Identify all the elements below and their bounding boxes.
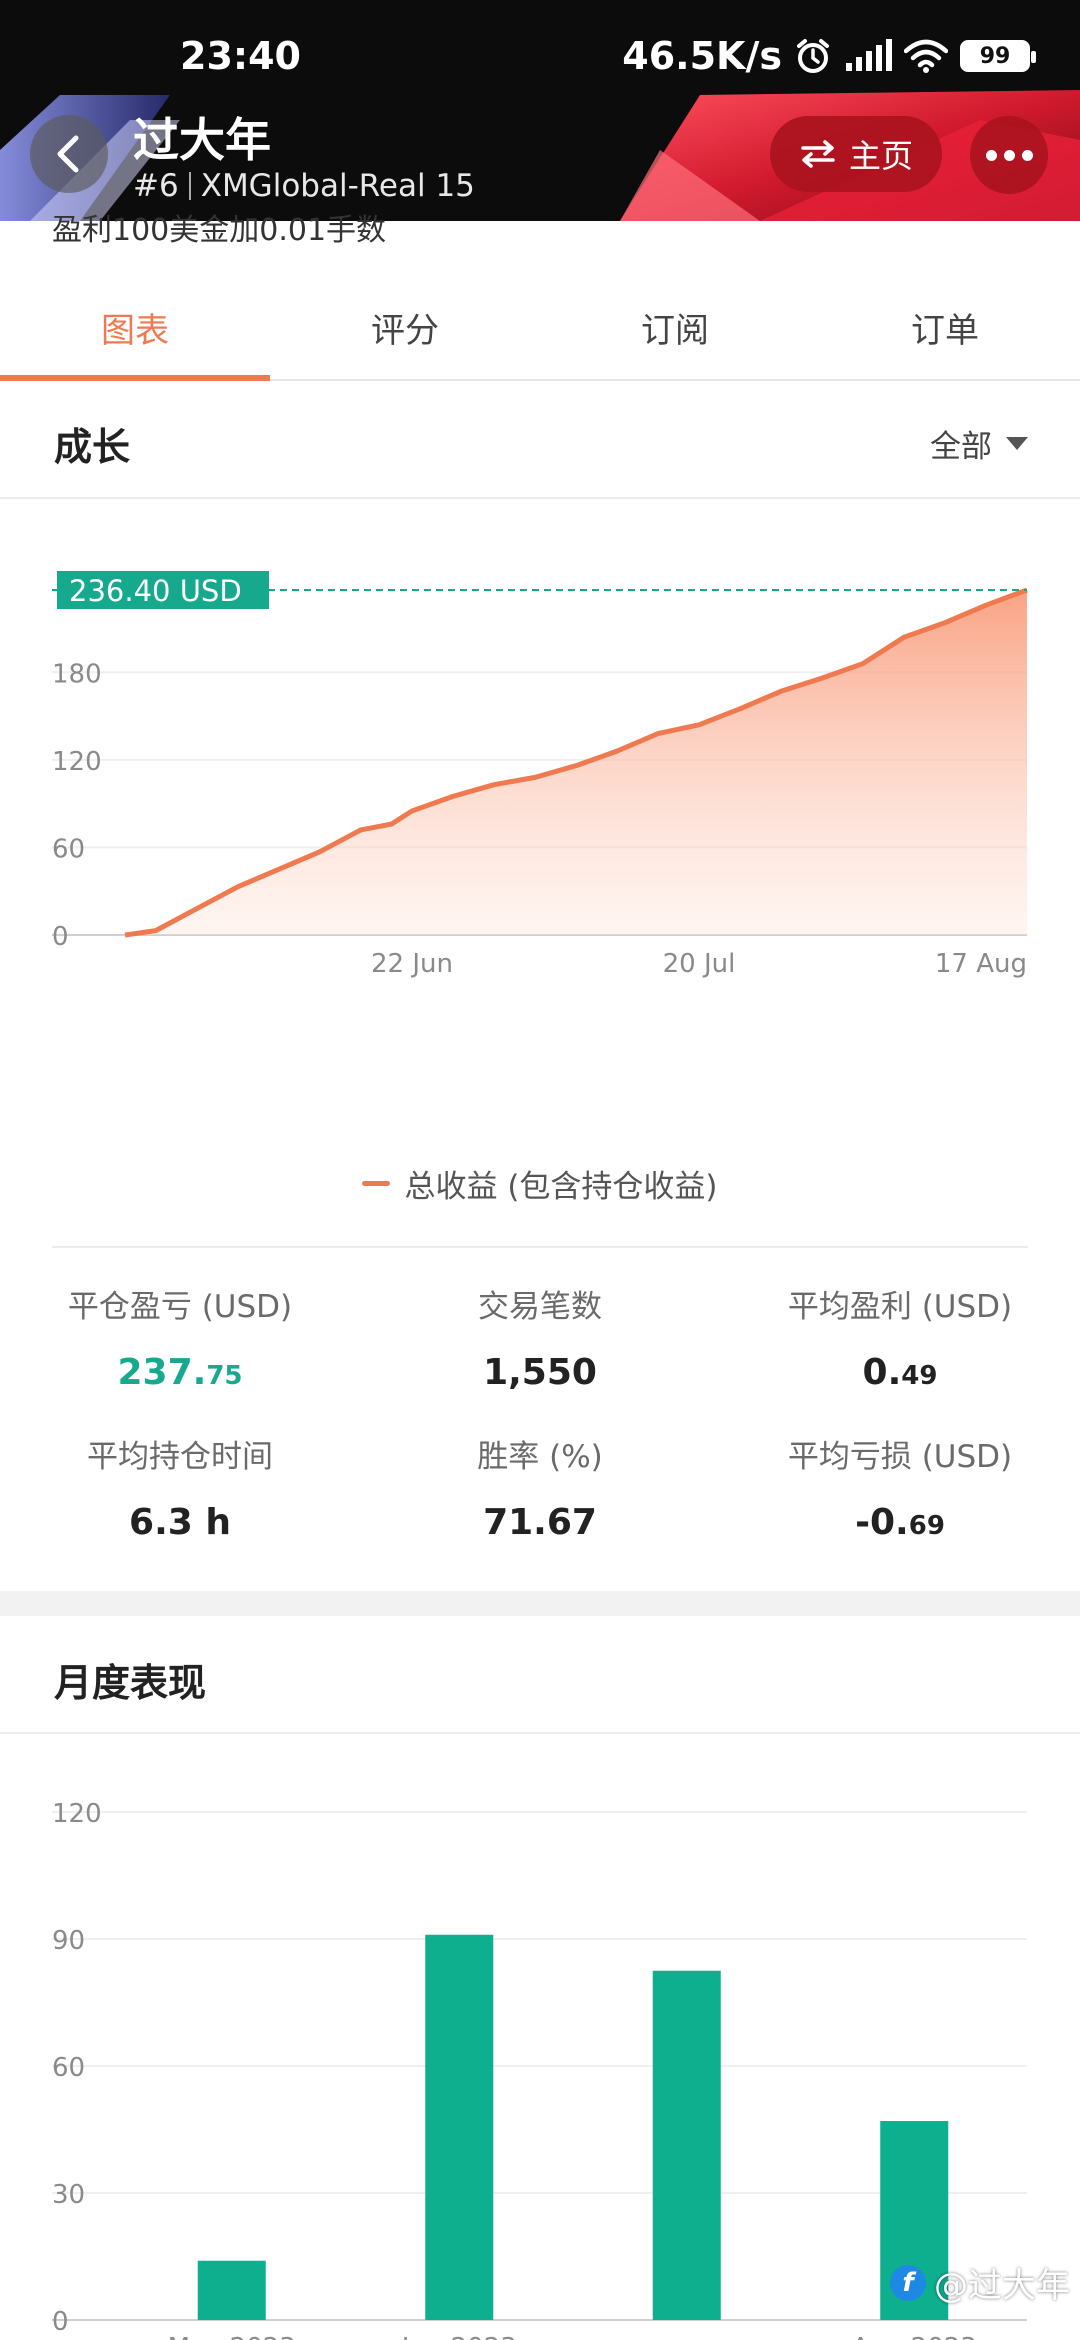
status-time: 23:40 — [180, 34, 301, 78]
stat-label: 胜率 (%) — [477, 1439, 603, 1475]
x-tick-label: May 2023 — [168, 2333, 296, 2340]
wifi-icon — [904, 39, 948, 73]
tab-chart[interactable]: 图表 — [0, 291, 270, 381]
tab-bar: 图表 评分 订阅 订单 — [0, 291, 1080, 381]
rank-label: #6 — [133, 168, 179, 204]
x-tick-label: Jun 2023 — [400, 2333, 517, 2340]
monthly-panel: 月度表现 0 30 60 90 120 May 2023 Jun 2023 Aug 2023 — [0, 1616, 1080, 2340]
bar — [197, 2260, 266, 2320]
stat-value: 237.75 — [117, 1352, 243, 1393]
stat-label: 平均亏损 (USD) — [787, 1439, 1013, 1475]
swap-icon — [801, 140, 835, 168]
y-tick-label: 30 — [52, 2180, 85, 2210]
tab-orders[interactable]: 订单 — [810, 291, 1080, 379]
more-button[interactable] — [970, 116, 1048, 194]
x-tick-label: Aug 2023 — [852, 2333, 977, 2340]
more-dot-icon — [985, 149, 997, 161]
y-tick-label: 0 — [52, 922, 69, 952]
watermark-text: @过大年 — [934, 2266, 1070, 2306]
stat-item: 平仓盈亏 (USD) 237.75 — [0, 1281, 360, 1393]
partial-description: 盈利100美金加0.01手数 — [52, 213, 387, 248]
stat-value-decimals: 75 — [206, 1361, 243, 1391]
x-tick-label: 20 Jul — [663, 949, 736, 979]
stat-value: 1,550 — [483, 1352, 597, 1393]
bar — [425, 1934, 494, 2320]
stat-value-decimals: 49 — [901, 1361, 938, 1391]
status-indicators: 46.5K/s 99 — [622, 34, 1036, 78]
stat-item: 平均持仓时间 6.3 h — [0, 1431, 360, 1543]
x-tick-label: 17 Aug — [935, 949, 1027, 979]
monthly-bar-chart: 0 30 60 90 120 May 2023 Jun 2023 Aug 2023 — [52, 1799, 1027, 2340]
account-label: XMGlobal-Real 15 — [200, 168, 475, 204]
stat-value: -0.69 — [855, 1502, 945, 1543]
bar — [652, 1970, 721, 2320]
stat-value: 71.67 — [483, 1502, 597, 1543]
status-bar: 23:40 46.5K/s 99 — [0, 0, 1080, 90]
tab-rating[interactable]: 评分 — [270, 291, 540, 379]
legend-swatch — [362, 1181, 391, 1186]
y-tick-label: 120 — [52, 747, 102, 777]
page-title: 过大年 — [133, 113, 271, 167]
stat-label: 平均持仓时间 — [87, 1439, 273, 1475]
growth-legend: 总收益 (包含持仓收益) — [0, 1161, 1080, 1206]
stat-item: 交易笔数 1,550 — [360, 1281, 720, 1393]
range-dropdown[interactable]: 全部 — [930, 421, 1028, 466]
y-tick-label: 60 — [52, 2053, 85, 2083]
account-subtitle: #6 XMGlobal-Real 15 — [133, 168, 475, 204]
growth-header: 成长 全部 — [0, 381, 1080, 499]
more-dot-icon — [1021, 149, 1033, 161]
growth-panel: 盈利100美金加0.01手数 图表 评分 订阅 订单 成长 全部 0 60 120 1… — [0, 213, 1080, 1591]
divider — [52, 1246, 1028, 1248]
monthly-title: 月度表现 — [54, 1661, 207, 1705]
stat-value: 6.3 h — [129, 1502, 231, 1543]
stat-item: 平均盈利 (USD) 0.49 — [720, 1281, 1080, 1393]
stat-label: 平仓盈亏 (USD) — [67, 1289, 293, 1325]
alarm-icon — [797, 39, 829, 73]
current-value-label: 236.40 USD — [69, 574, 242, 608]
x-tick-label: 22 Jun — [371, 949, 453, 979]
stat-value: 0.49 — [862, 1352, 938, 1393]
y-tick-label: 60 — [52, 834, 85, 864]
back-button[interactable] — [30, 115, 108, 193]
y-tick-label: 90 — [52, 1926, 85, 1956]
monthly-header: 月度表现 — [0, 1616, 1080, 1734]
chevron-left-icon — [57, 135, 79, 173]
home-button[interactable]: 主页 — [770, 116, 942, 192]
range-dropdown-label: 全部 — [930, 429, 992, 465]
growth-title: 成长 — [54, 425, 131, 469]
zhihu-logo-icon: f — [890, 2264, 926, 2301]
y-tick-label: 180 — [52, 659, 102, 689]
watermark: f @过大年 — [890, 2258, 1070, 2307]
stat-item: 平均亏损 (USD) -0.69 — [720, 1431, 1080, 1543]
stat-label: 交易笔数 — [478, 1289, 602, 1325]
top-header: 23:40 46.5K/s 99 过大年 #6 XMGlobal-Real 15… — [0, 0, 1080, 221]
signal-icon — [846, 39, 892, 71]
legend-label: 总收益 (包含持仓收益) — [404, 1169, 718, 1205]
tab-subscribe[interactable]: 订阅 — [540, 291, 810, 379]
growth-chart: 0 60 120 180 236.40 USD 22 Jun 20 Jul 17 Aug — [52, 571, 1028, 979]
y-tick-label: 120 — [52, 1799, 102, 1829]
stat-label: 平均盈利 (USD) — [787, 1289, 1013, 1325]
home-button-label: 主页 — [848, 137, 913, 175]
battery-icon: 99 — [960, 40, 1036, 72]
caret-down-icon — [1006, 437, 1028, 450]
y-tick-label: 0 — [52, 2307, 69, 2337]
stat-value-decimals: 69 — [908, 1511, 945, 1541]
separator — [188, 172, 191, 200]
stat-item: 胜率 (%) 71.67 — [360, 1431, 720, 1543]
area-fill — [125, 590, 1027, 935]
more-dot-icon — [1003, 149, 1015, 161]
network-speed: 46.5K/s — [622, 34, 782, 78]
